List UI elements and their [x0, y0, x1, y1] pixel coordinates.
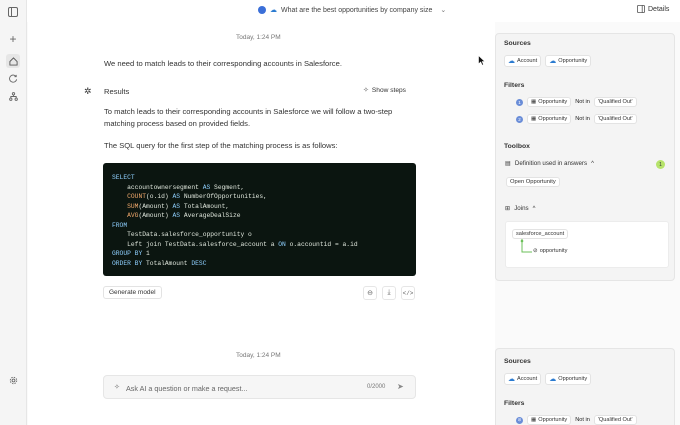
- sql-code-block: SELECT accountownersegment AS Segment, C…: [103, 163, 416, 276]
- sources-list: ☁ Account ☁ Opportunity: [504, 373, 592, 385]
- ask-ai-input-box[interactable]: ✧ Ask AI a question or make a request...…: [103, 375, 416, 399]
- conversation-title: What are the best opportunities by compa…: [281, 6, 433, 14]
- filter-value: 'Qualified Out': [593, 415, 637, 425]
- filter-table: Opportunity: [538, 99, 568, 105]
- source-tag-account[interactable]: ☁ Account: [504, 373, 542, 385]
- user-message: We need to match leads to their correspo…: [104, 59, 342, 68]
- ai-assistant-icon: ✲: [84, 86, 92, 96]
- sparkle-icon: ✧: [363, 87, 369, 94]
- joins-toggle[interactable]: ⊞ Joins ^: [505, 205, 535, 212]
- filter-icon: ⊘: [516, 416, 523, 424]
- salesforce-cloud-icon: ☁: [549, 58, 557, 65]
- definition-count-badge: 1: [656, 160, 665, 169]
- filters-heading: Filters: [504, 400, 525, 407]
- timestamp-2: Today, 1:24 PM: [236, 352, 281, 359]
- join-target-label: opportunity: [539, 248, 568, 254]
- ai-logo-icon: [258, 6, 266, 14]
- filter-number-badge: 1: [516, 98, 523, 106]
- source-tag-opportunity[interactable]: ☁ Opportunity: [545, 373, 592, 385]
- sources-heading: Sources: [504, 358, 531, 365]
- filter-operator: Not in: [575, 116, 590, 122]
- source-label: Opportunity: [558, 376, 588, 382]
- filter-value: 'Qualified Out': [593, 97, 637, 107]
- results-paragraph-line-2: matching process based on provided field…: [104, 119, 251, 128]
- table-icon: ▦: [531, 116, 537, 122]
- source-tag-account[interactable]: ☁ Account: [504, 55, 542, 67]
- salesforce-cloud-icon: ☁: [508, 376, 515, 383]
- results-heading: Results: [104, 87, 130, 96]
- salesforce-cloud-icon: ☁: [270, 7, 277, 14]
- filter-table-tag: ▦ Opportunity: [527, 114, 572, 124]
- generate-model-button[interactable]: Generate model: [103, 286, 162, 299]
- left-rail: +: [0, 0, 27, 425]
- table-icon: ▦: [531, 417, 537, 423]
- source-tag-opportunity[interactable]: ☁ Opportunity: [545, 55, 592, 67]
- results-paragraph-line-1: To match leads to their corresponding ac…: [104, 107, 393, 116]
- filter-table-tag: ▦ Opportunity: [527, 97, 572, 107]
- send-icon[interactable]: ➤: [397, 382, 404, 391]
- home-icon[interactable]: [6, 54, 20, 68]
- details-panel-icon: [637, 5, 645, 13]
- filters-heading: Filters: [504, 82, 525, 89]
- filter-row[interactable]: ⊘ ▦ Opportunity Not in 'Qualified Out': [516, 415, 637, 425]
- new-chat-icon[interactable]: +: [6, 32, 20, 46]
- top-bar: ☁ What are the best opportunities by com…: [27, 0, 680, 22]
- chevron-up-icon: ^: [591, 160, 594, 167]
- source-label: Account: [517, 376, 538, 382]
- context-panel-2: Sources ☁ Account ☁ Opportunity Filters ⊘ …: [495, 348, 675, 425]
- source-label: Account: [517, 58, 538, 64]
- filter-row[interactable]: 1 ▦ Opportunity Not in 'Qualified Out': [516, 97, 637, 107]
- show-steps-label: Show steps: [371, 86, 406, 94]
- code-view-icon[interactable]: </>: [401, 286, 415, 300]
- timestamp: Today, 1:24 PM: [236, 34, 281, 41]
- mouse-cursor-icon: [478, 55, 486, 66]
- filter-table: Opportunity: [538, 116, 568, 122]
- chevron-down-icon: ⌄: [440, 7, 447, 14]
- joins-diagram: salesforce_account ⊘ opportunity: [505, 221, 669, 268]
- join-source-table: salesforce_account: [512, 229, 569, 239]
- ask-ai-placeholder: Ask AI a question or make a request...: [126, 383, 248, 393]
- filter-operator: Not in: [575, 99, 590, 105]
- join-target-table: ⊘ opportunity: [533, 248, 567, 254]
- filter-table-tag: ▦ Opportunity: [527, 415, 572, 425]
- details-button[interactable]: Details: [637, 5, 669, 13]
- sql-intro-text: The SQL query for the first step of the …: [104, 141, 338, 150]
- conversation-title-selector[interactable]: ☁ What are the best opportunities by com…: [258, 6, 446, 14]
- book-icon: ▤: [505, 160, 511, 167]
- salesforce-cloud-icon: ☁: [549, 376, 557, 383]
- hierarchy-icon[interactable]: [6, 89, 20, 103]
- toolbox-heading: Toolbox: [504, 143, 530, 150]
- filter-row[interactable]: 2 ▦ Opportunity Not in 'Qualified Out': [516, 114, 637, 124]
- context-panel: Sources ☁ Account ☁ Opportunity Filters 1 …: [495, 33, 675, 281]
- filter-operator: Not in: [575, 417, 590, 423]
- sidebar-toggle-icon[interactable]: [6, 5, 20, 19]
- filter-number-badge: 2: [516, 115, 523, 123]
- salesforce-cloud-icon: ☁: [508, 58, 515, 65]
- refresh-icon[interactable]: [6, 71, 20, 85]
- details-label: Details: [648, 5, 670, 13]
- remove-icon[interactable]: ⊖: [363, 286, 377, 300]
- filter-value: 'Qualified Out': [593, 114, 637, 124]
- join-icon: ⊞: [505, 205, 511, 212]
- sources-heading: Sources: [504, 40, 531, 47]
- definition-item[interactable]: Open Opportunity: [506, 177, 560, 187]
- source-label: Opportunity: [558, 58, 588, 64]
- definition-label: Definition used in answers: [514, 160, 588, 167]
- download-icon[interactable]: ⤓: [382, 286, 396, 300]
- joins-label: Joins: [514, 205, 529, 212]
- definition-toggle[interactable]: ▤ Definition used in answers ^: [505, 160, 594, 167]
- settings-gear-icon[interactable]: [6, 373, 20, 387]
- filter-table: Opportunity: [538, 417, 568, 423]
- link-icon: ⊘: [533, 248, 538, 254]
- char-counter: 0/2000: [367, 384, 386, 390]
- sources-list: ☁ Account ☁ Opportunity: [504, 55, 592, 67]
- chevron-up-icon: ^: [532, 205, 536, 212]
- table-icon: ▦: [531, 99, 537, 105]
- sparkle-icon: ✧: [114, 384, 120, 391]
- show-steps-button[interactable]: ✧ Show steps: [363, 86, 406, 95]
